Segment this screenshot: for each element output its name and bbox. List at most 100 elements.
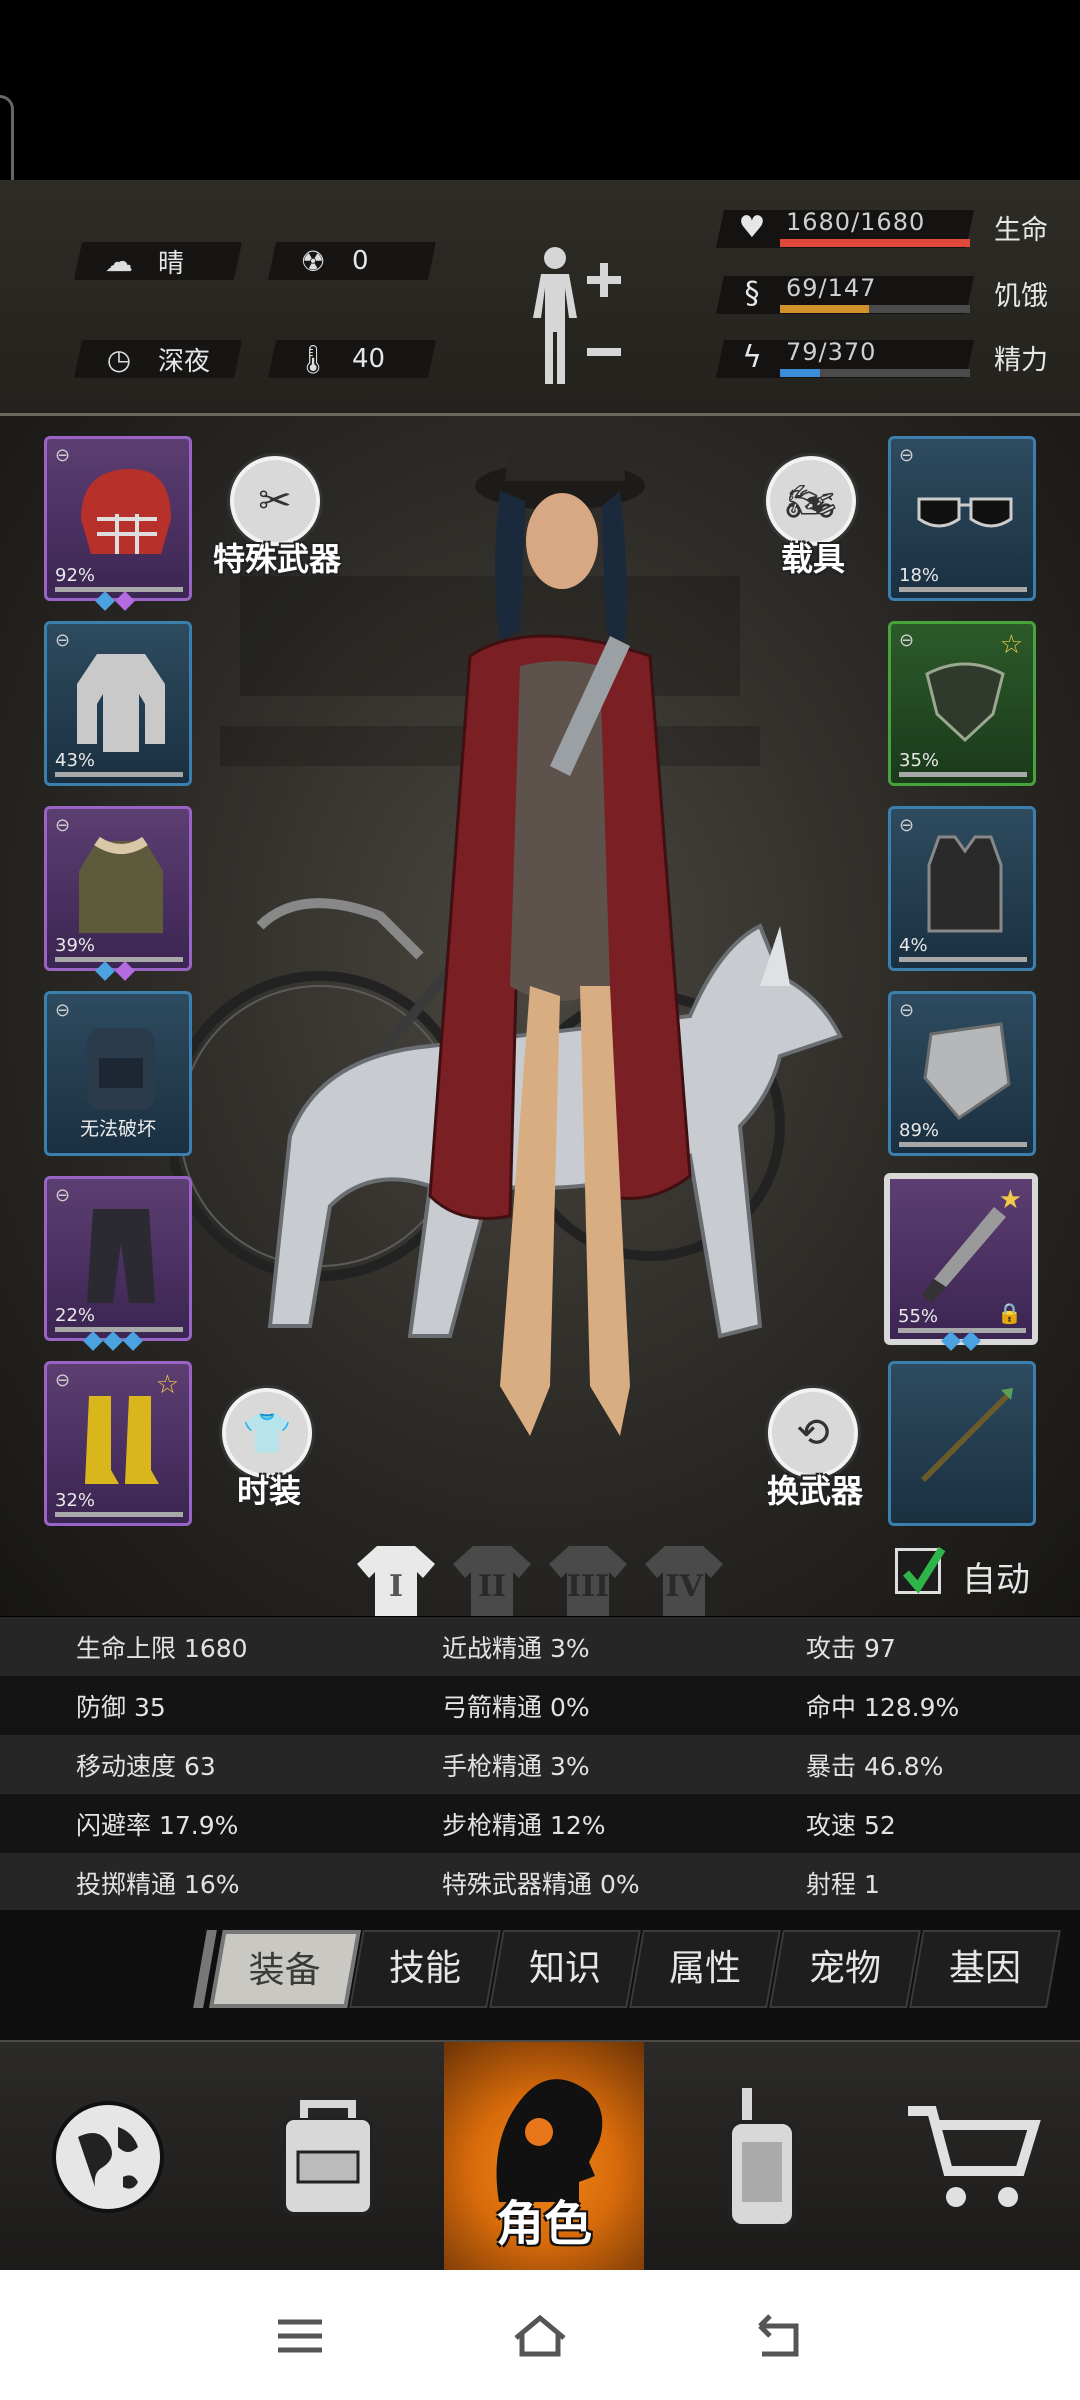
attribute-cell: 步枪精通 12% bbox=[442, 1810, 606, 1840]
nav-inventory[interactable] bbox=[220, 2042, 436, 2272]
gas-mask-icon bbox=[925, 662, 1005, 743]
attribute-row: 投掷精通 16% 特殊武器精通 0% 射程 1 bbox=[0, 1853, 1080, 1912]
outfit-tab-4[interactable]: IV bbox=[643, 1540, 725, 1620]
swap-weapon-label: 换武器 bbox=[766, 1472, 863, 1510]
attribute-cell: 命中 128.9% bbox=[806, 1692, 960, 1722]
durability-bar bbox=[899, 1142, 1027, 1147]
radiation-icon: ☢ bbox=[300, 244, 326, 278]
attribute-row: 移动速度 63 手枪精通 3% 暴击 46.8% bbox=[0, 1735, 1080, 1794]
durability-bar bbox=[899, 957, 1027, 962]
outfit-tab-1[interactable]: I bbox=[355, 1540, 437, 1620]
nav-radio[interactable] bbox=[654, 2042, 870, 2272]
time-text: 深夜 bbox=[158, 346, 211, 377]
attribute-cell: 射程 1 bbox=[806, 1869, 880, 1899]
bottom-navigation: 角色 bbox=[0, 2040, 1080, 2272]
special-weapon-button[interactable]: ✂ 特殊武器 bbox=[213, 456, 341, 578]
back-icon[interactable] bbox=[750, 2306, 810, 2366]
equip-slot-vest[interactable]: ⊖ 4% bbox=[888, 806, 1036, 971]
equip-slot-glasses[interactable]: ⊖ 18% bbox=[888, 436, 1036, 601]
durability-bar bbox=[899, 772, 1027, 777]
tab-attributes[interactable]: 属性 bbox=[629, 1930, 781, 2008]
tab-pets[interactable]: 宠物 bbox=[769, 1930, 921, 2008]
attribute-table: 生命上限 1680 近战精通 3% 攻击 97 防御 35 弓箭精通 0% 命中… bbox=[0, 1617, 1080, 1912]
equip-slot-secondary-weapon[interactable] bbox=[888, 1361, 1036, 1526]
shield-icon bbox=[923, 1022, 1011, 1120]
heart-icon: ♥ bbox=[738, 210, 766, 245]
menu-icon[interactable] bbox=[270, 2306, 330, 2366]
tshirt-icon: 👕 bbox=[222, 1388, 312, 1478]
durability-text: 92% bbox=[55, 565, 96, 586]
stomach-icon: § bbox=[744, 276, 760, 311]
durability-text: 43% bbox=[55, 750, 96, 771]
durability-bar bbox=[55, 1512, 183, 1517]
home-icon[interactable] bbox=[510, 2306, 570, 2366]
attribute-cell: 近战精通 3% bbox=[442, 1633, 590, 1663]
nav-map[interactable] bbox=[0, 2042, 216, 2272]
radiation-text: 0 bbox=[352, 246, 369, 276]
body-status-icon[interactable] bbox=[525, 240, 635, 390]
equip-slot-backpack[interactable]: ⊖ 无法破坏 bbox=[44, 991, 192, 1156]
pants-icon bbox=[87, 1209, 155, 1303]
vehicle-button[interactable]: 🏍 载具 bbox=[758, 456, 868, 578]
spear-icon bbox=[921, 1388, 1013, 1482]
nav-shop[interactable] bbox=[864, 2042, 1080, 2272]
temperature-tag: 🌡 40 bbox=[267, 340, 437, 378]
attribute-cell: 特殊武器精通 0% bbox=[442, 1869, 640, 1899]
hunger-label: 饥饿 bbox=[994, 281, 1048, 312]
tab-label: 知识 bbox=[528, 1948, 601, 1989]
globe-icon bbox=[52, 2101, 164, 2213]
equip-slot-shield[interactable]: ⊖ 89% bbox=[888, 991, 1036, 1156]
checkmark-icon bbox=[902, 1546, 946, 1594]
outfit-tab-label: IV bbox=[665, 1568, 703, 1604]
outfit-tab-3[interactable]: III bbox=[547, 1540, 629, 1620]
equip-slot-mask[interactable]: ⊖ ☆ 35% bbox=[888, 621, 1036, 786]
cloud-sun-icon: ☁ bbox=[105, 244, 133, 278]
hp-stat: ♥ 1680/1680 生命 bbox=[715, 206, 1060, 250]
motorcycle-icon: 🏍 bbox=[766, 456, 856, 546]
tab-skills[interactable]: 技能 bbox=[349, 1930, 501, 2008]
tab-label: 宠物 bbox=[808, 1948, 881, 1989]
attribute-cell: 攻击 97 bbox=[806, 1633, 896, 1663]
hunger-value: 69/147 bbox=[786, 274, 877, 302]
category-tab-strip: 装备 技能 知识 属性 宠物 基因 bbox=[0, 1910, 1080, 2040]
weather-text: 晴 bbox=[158, 248, 185, 279]
energy-bar bbox=[780, 369, 970, 377]
tactical-vest-icon bbox=[927, 835, 1003, 933]
gem-sockets bbox=[83, 1331, 143, 1351]
weather-tag: ☁ 晴 bbox=[73, 242, 243, 280]
equip-slot-pants[interactable]: ⊖ 22% bbox=[44, 1176, 192, 1341]
swap-arrows-icon: ⟲ bbox=[768, 1388, 858, 1478]
tab-knowledge[interactable]: 知识 bbox=[489, 1930, 641, 2008]
equip-slot-coat[interactable]: ⊖ 39% bbox=[44, 806, 192, 971]
unbreakable-text: 无法破坏 bbox=[79, 1118, 156, 1140]
attribute-cell: 防御 35 bbox=[76, 1692, 166, 1722]
auto-checkbox[interactable] bbox=[895, 1546, 946, 1594]
hp-value: 1680/1680 bbox=[786, 208, 926, 236]
equip-slot-shirt[interactable]: ⊖ 43% bbox=[44, 621, 192, 786]
gem-sockets bbox=[95, 961, 135, 981]
attribute-cell: 投掷精通 16% bbox=[76, 1869, 240, 1899]
equip-slot-boots[interactable]: ⊖ ☆ 32% bbox=[44, 1361, 192, 1526]
outfit-tab-label: III bbox=[566, 1568, 610, 1604]
durability-text: 32% bbox=[55, 1490, 96, 1511]
character-area: ⊖ 92% ⊖ 43% ⊖ 39% ⊖ 无法破坏 ⊖ 22% ⊖ ☆ 32% ⊖… bbox=[0, 416, 1080, 1616]
attribute-cell: 生命上限 1680 bbox=[76, 1633, 248, 1663]
sunglasses-icon bbox=[917, 497, 1013, 528]
tab-label: 装备 bbox=[248, 1950, 321, 1991]
outfit-tab-2[interactable]: II bbox=[451, 1540, 533, 1620]
gem-sockets bbox=[95, 591, 135, 611]
attribute-cell: 弓箭精通 0% bbox=[442, 1692, 590, 1722]
durability-bar bbox=[55, 1327, 183, 1332]
tab-equipment[interactable]: 装备 bbox=[209, 1930, 361, 2008]
swap-weapon-button[interactable]: ⟲ 换武器 bbox=[760, 1388, 870, 1510]
outfit-set-tabs: I II III IV bbox=[355, 1540, 725, 1620]
fashion-button[interactable]: 👕 时装 bbox=[214, 1388, 324, 1510]
clock-icon: ◷ bbox=[106, 342, 132, 376]
shopping-cart-icon bbox=[908, 2106, 1041, 2207]
durability-text: 89% bbox=[899, 1120, 940, 1141]
tab-genes[interactable]: 基因 bbox=[909, 1930, 1061, 2008]
equip-slot-helmet[interactable]: ⊖ 92% bbox=[44, 436, 192, 601]
equip-slot-weapon[interactable]: ★ 55% 🔒 bbox=[884, 1173, 1038, 1345]
durability-text: 22% bbox=[55, 1305, 96, 1326]
nav-character[interactable]: 角色 bbox=[444, 2042, 644, 2272]
